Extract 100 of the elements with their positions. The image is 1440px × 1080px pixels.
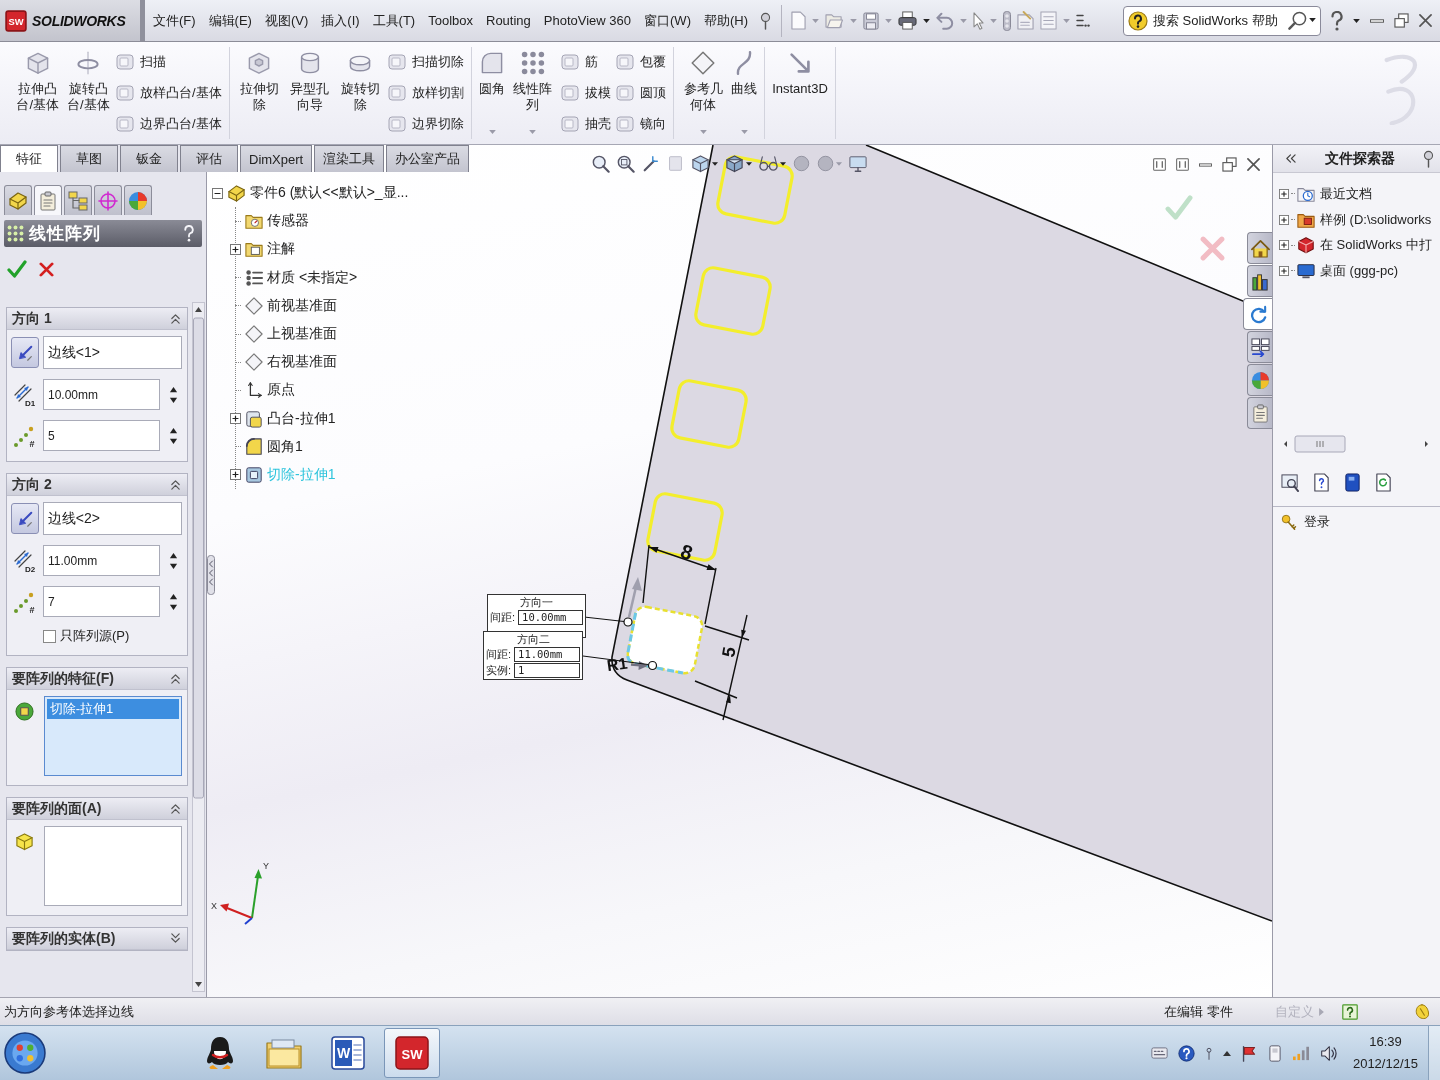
- tree-item[interactable]: 圆角1: [267, 437, 303, 456]
- tree-item[interactable]: 样例 (D:\solidworks: [1320, 210, 1432, 229]
- caret-icon[interactable]: [780, 161, 786, 166]
- menu-item[interactable]: 编辑(E): [208, 7, 252, 34]
- panel-tab[interactable]: [124, 185, 152, 215]
- minimize-icon[interactable]: [1199, 162, 1212, 167]
- ribbon-button[interactable]: 镜向: [615, 111, 666, 137]
- task-pane-tab[interactable]: [1247, 397, 1272, 429]
- collapse-icon[interactable]: [170, 479, 181, 490]
- callout-value-field[interactable]: 10.00mm: [518, 610, 583, 625]
- pointer-icon[interactable]: [973, 11, 984, 30]
- task-pane-tab[interactable]: [1247, 331, 1272, 363]
- group-header[interactable]: 要阵列的特征(F): [7, 668, 187, 690]
- tree-item[interactable]: 右视基准面: [267, 353, 337, 372]
- search-field[interactable]: 搜索 SolidWorks 帮助: [1123, 5, 1321, 36]
- ribbon-button[interactable]: Instant3D: [772, 47, 828, 139]
- ribbon-button[interactable]: 放样凸台/基体: [116, 80, 222, 106]
- group-header[interactable]: 方向 1: [7, 308, 187, 330]
- callout-value-field[interactable]: 11.00mm: [514, 647, 580, 662]
- pin-icon[interactable]: [1423, 149, 1434, 168]
- callout-value-field[interactable]: 1: [514, 663, 580, 678]
- spacing-field[interactable]: 11.00mm: [43, 545, 160, 576]
- menu-item[interactable]: 帮助(H): [703, 7, 748, 34]
- tree-item[interactable]: 原点: [267, 381, 295, 400]
- menu-item[interactable]: 工具(T): [372, 7, 416, 34]
- expand-icon[interactable]: [1279, 265, 1289, 276]
- tree-item[interactable]: 材质 <未指定>: [267, 268, 358, 287]
- more-icon[interactable]: [1076, 12, 1090, 29]
- ribbon-button[interactable]: 曲线: [731, 47, 758, 139]
- expand-icon[interactable]: [1279, 240, 1289, 251]
- reverse-direction-button[interactable]: [11, 337, 39, 368]
- panel-tab[interactable]: [4, 185, 32, 215]
- close-icon[interactable]: [1419, 14, 1432, 27]
- search-icon[interactable]: [1288, 10, 1307, 30]
- panel-tab[interactable]: [94, 185, 122, 215]
- minimize-icon[interactable]: [1370, 18, 1384, 23]
- tree-item[interactable]: 凸台-拉伸1: [267, 409, 336, 428]
- ribbon-button[interactable]: 扫描切除: [388, 49, 465, 75]
- ribbon-button[interactable]: 放样切割: [388, 80, 465, 106]
- tile-icon[interactable]: [1176, 158, 1189, 171]
- flag-icon[interactable]: [1240, 1044, 1258, 1062]
- count-field[interactable]: 5: [43, 420, 160, 451]
- count-field[interactable]: 7: [43, 586, 160, 617]
- traffic-light-icon[interactable]: [1003, 10, 1011, 31]
- tab[interactable]: 特征: [0, 145, 58, 172]
- group-header[interactable]: 要阵列的面(A): [7, 798, 187, 820]
- preview-icon[interactable]: [1281, 473, 1300, 492]
- collapse-icon[interactable]: [170, 313, 181, 324]
- tree-item[interactable]: 在 SolidWorks 中打: [1320, 236, 1432, 255]
- spacing-field[interactable]: 10.00mm: [43, 379, 160, 410]
- tab[interactable]: 钣金: [120, 145, 178, 172]
- shaded-cube-icon[interactable]: [725, 154, 744, 173]
- panel-tab[interactable]: [64, 185, 92, 215]
- caret-icon[interactable]: [923, 18, 930, 23]
- ribbon-button[interactable]: 筋: [560, 49, 611, 75]
- task-pane-tab[interactable]: [1243, 298, 1272, 330]
- tree-item[interactable]: 最近文档: [1320, 184, 1372, 203]
- cube-icon[interactable]: [691, 154, 710, 173]
- tab[interactable]: DimXpert: [240, 145, 313, 172]
- menu-item[interactable]: 视图(V): [264, 7, 309, 34]
- menu-item[interactable]: Toolbox: [428, 7, 473, 34]
- ribbon-button[interactable]: 拔模: [560, 80, 611, 106]
- pin-icon[interactable]: [760, 11, 771, 30]
- caret-icon[interactable]: [746, 161, 752, 166]
- reverse-direction-button[interactable]: [11, 503, 39, 534]
- wand-icon[interactable]: [642, 154, 660, 173]
- group-header[interactable]: 方向 2: [7, 474, 187, 496]
- tree-item[interactable]: 传感器: [267, 212, 309, 231]
- ribbon-button[interactable]: 异型孔向导: [287, 47, 333, 139]
- help-document-icon[interactable]: [1312, 473, 1331, 492]
- tab[interactable]: 评估: [180, 145, 238, 172]
- monitor-icon[interactable]: [849, 154, 867, 173]
- dimension-text[interactable]: 8: [678, 539, 696, 565]
- caret-icon[interactable]: [712, 161, 718, 166]
- checkbox[interactable]: [43, 629, 56, 643]
- ribbon-button[interactable]: 扫描: [116, 49, 222, 75]
- collapse-icon[interactable]: [1285, 153, 1296, 164]
- expand-icon[interactable]: [1279, 188, 1289, 199]
- help-icon[interactable]: [1342, 1003, 1358, 1020]
- collapse-icon[interactable]: [170, 673, 181, 684]
- collapse-icon[interactable]: [212, 187, 223, 199]
- ribbon-button[interactable]: 拉伸凸台/基体: [15, 47, 61, 139]
- restore-icon[interactable]: [1394, 13, 1409, 28]
- reference-field[interactable]: 边线<2>: [42, 502, 182, 535]
- ribbon-button[interactable]: 旋转凸台/基体: [65, 47, 111, 139]
- direction-arrow[interactable]: [630, 661, 648, 670]
- glasses-icon[interactable]: [759, 154, 778, 173]
- save-icon[interactable]: [863, 11, 879, 30]
- ok-button[interactable]: [7, 260, 27, 278]
- close-icon[interactable]: [1247, 158, 1260, 171]
- tree-item[interactable]: 桌面 (ggg-pc): [1320, 261, 1399, 280]
- caret-icon[interactable]: [1309, 18, 1316, 22]
- menu-item[interactable]: 文件(F): [153, 7, 196, 34]
- expand-icon[interactable]: [230, 413, 241, 425]
- undo-icon[interactable]: [936, 11, 954, 30]
- ribbon-button[interactable]: 圆角: [479, 47, 506, 139]
- menu-item[interactable]: Routing: [486, 7, 531, 34]
- taskbar-button[interactable]: W: [320, 1028, 376, 1078]
- scrollbar[interactable]: [192, 302, 205, 992]
- collapse-icon[interactable]: [170, 803, 181, 814]
